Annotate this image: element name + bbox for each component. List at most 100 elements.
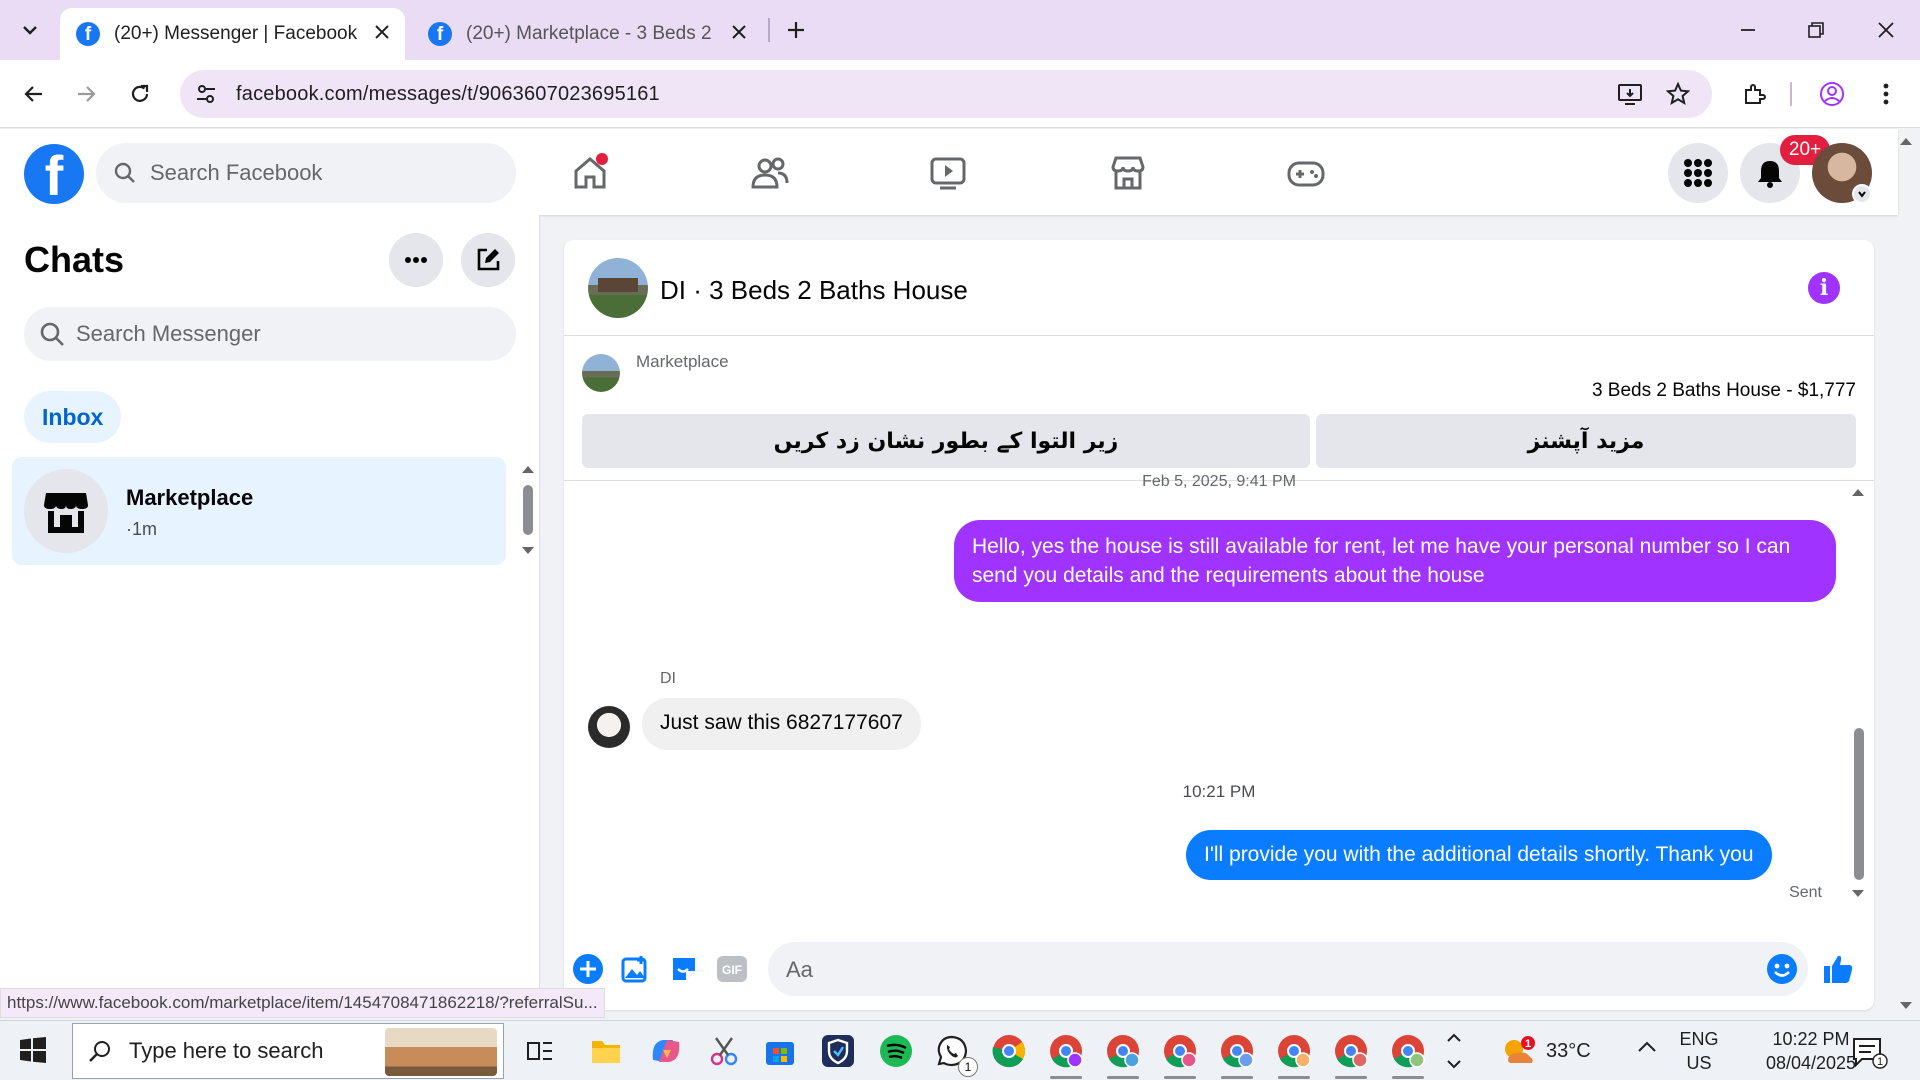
inbox-filter-button[interactable]: Inbox [24, 391, 122, 443]
shield-icon [822, 1035, 854, 1067]
attach-photo-button[interactable] [620, 953, 652, 985]
address-bar[interactable]: facebook.com/messages/t/9063607023695161 [180, 70, 1712, 118]
running-indicator [1164, 1076, 1196, 1079]
scrollbar-thumb[interactable] [523, 485, 533, 535]
chrome-icon [992, 1035, 1026, 1068]
windows-taskbar: Type here to search 1 1 33°C ENG US 10:2… [0, 1020, 1920, 1080]
gif-button[interactable]: GIF [716, 953, 748, 985]
taskbar-search-input[interactable]: Type here to search [72, 1023, 504, 1079]
taskbar-chrome[interactable] [987, 1029, 1031, 1073]
image-icon [621, 956, 647, 983]
site-info-button[interactable] [192, 80, 220, 108]
taskbar-chrome-profile-7[interactable] [1386, 1029, 1430, 1079]
taskbar-store[interactable] [758, 1029, 802, 1073]
list-item[interactable]: Marketplace ·1m [12, 457, 506, 565]
like-button[interactable] [1822, 953, 1854, 985]
taskbar-chrome-profile-3[interactable] [1158, 1029, 1202, 1079]
taskbar-chrome-profile-2[interactable] [1101, 1029, 1145, 1079]
facebook-search-input[interactable]: Search Facebook [96, 143, 516, 203]
restore-button[interactable] [1800, 14, 1832, 46]
chevron-down-icon [1858, 191, 1866, 198]
nav-friends[interactable] [746, 149, 794, 197]
plus-icon [788, 22, 804, 38]
message-bubble-outgoing[interactable]: Hello, yes the house is still available … [954, 520, 1836, 602]
home-icon [574, 153, 608, 189]
message-input[interactable]: Aa [768, 942, 1808, 996]
gif-icon: GIF [717, 956, 747, 982]
new-message-button[interactable] [461, 233, 515, 287]
browser-menu-button[interactable] [1868, 76, 1904, 112]
install-app-button[interactable] [1616, 80, 1644, 108]
taskbar-security-app[interactable] [816, 1029, 860, 1073]
close-icon[interactable] [730, 23, 748, 41]
language-indicator[interactable]: ENG US [1676, 1027, 1722, 1075]
more-actions-button[interactable] [572, 953, 604, 985]
new-tab-button[interactable] [780, 14, 812, 46]
listing-title[interactable]: 3 Beds 2 Baths House - $1,777 [1592, 380, 1856, 402]
emoji-icon[interactable] [1766, 953, 1798, 985]
search-icon [114, 162, 135, 183]
avatar[interactable] [588, 706, 630, 748]
tab-marketplace[interactable]: f (20+) Marketplace - 3 Beds 2 Ba [412, 8, 762, 60]
taskbar-chrome-profile-6[interactable] [1329, 1029, 1373, 1079]
menu-button[interactable] [1668, 143, 1728, 203]
page-scroll-up-arrow[interactable] [1898, 135, 1914, 147]
profile-button[interactable] [1814, 76, 1850, 112]
avatar[interactable] [588, 258, 648, 318]
mark-pending-button[interactable]: زیر التوا کے بطور نشان زد کریں [582, 414, 1310, 468]
taskbar-copilot[interactable] [644, 1029, 688, 1073]
sent-status: Sent [1789, 884, 1822, 901]
sender-name: DI [660, 670, 676, 687]
page-scroll-down-arrow[interactable] [1898, 1000, 1914, 1012]
forward-button[interactable] [68, 76, 104, 112]
nav-marketplace[interactable] [1104, 149, 1152, 197]
nav-video[interactable] [924, 149, 972, 197]
show-hidden-icons-button[interactable] [1636, 1039, 1658, 1055]
info-icon[interactable]: i [1808, 272, 1840, 304]
taskbar-whatsapp[interactable]: 1 [930, 1029, 978, 1077]
search-placeholder: Search Messenger [76, 321, 261, 346]
tab-messenger[interactable]: f (20+) Messenger | Facebook [60, 8, 405, 60]
chrome-profile-icon [1107, 1035, 1140, 1068]
nav-home[interactable] [566, 149, 614, 197]
message-bubble-incoming[interactable]: Just saw this 6827177607 [642, 698, 921, 750]
scroll-down-arrow[interactable] [1850, 888, 1866, 900]
reload-button[interactable] [122, 76, 158, 112]
more-options-button[interactable]: مزید آپشنز [1316, 414, 1856, 468]
tab-search-button[interactable] [10, 10, 50, 50]
messenger-search-input[interactable]: Search Messenger [24, 307, 516, 361]
back-button[interactable] [16, 76, 52, 112]
conversation-title[interactable]: DI · 3 Beds 2 Baths House [660, 275, 968, 306]
extensions-button[interactable] [1736, 76, 1772, 112]
windows-icon [20, 1037, 46, 1063]
message-bubble-outgoing[interactable]: I'll provide you with the additional det… [1186, 830, 1772, 880]
date-separator: Feb 5, 2025, 9:41 PM [1142, 473, 1296, 490]
taskbar-chrome-profile-1[interactable] [1044, 1029, 1088, 1079]
taskbar-chrome-profile-5[interactable] [1272, 1029, 1316, 1079]
nav-gaming[interactable] [1282, 149, 1330, 197]
scroll-up-arrow[interactable] [1850, 486, 1866, 498]
scroll-up-arrow[interactable] [520, 463, 536, 475]
taskbar-snipping-tool[interactable] [702, 1029, 746, 1073]
taskbar-file-explorer[interactable] [584, 1029, 628, 1073]
taskbar-overflow-arrows[interactable] [1444, 1029, 1464, 1073]
listing-thumbnail[interactable] [582, 354, 620, 392]
chat-options-button[interactable] [389, 233, 443, 287]
tab-title: (20+) Messenger | Facebook [114, 23, 358, 44]
account-chevron[interactable] [1852, 184, 1872, 204]
taskbar-spotify[interactable] [874, 1029, 918, 1073]
bookmark-button[interactable] [1664, 80, 1692, 108]
action-center-button[interactable]: 1 [1852, 1037, 1888, 1069]
close-icon[interactable] [373, 23, 391, 41]
close-window-button[interactable] [1870, 14, 1902, 46]
sticker-button[interactable] [668, 953, 700, 985]
running-indicator [1278, 1076, 1310, 1079]
taskbar-chrome-profile-4[interactable] [1215, 1029, 1259, 1079]
scrollbar-thumb[interactable] [1854, 728, 1864, 880]
minimize-button[interactable] [1732, 14, 1764, 46]
task-view-button[interactable] [518, 1029, 562, 1073]
facebook-logo[interactable]: f [24, 144, 84, 204]
start-button[interactable] [20, 1037, 46, 1063]
scroll-down-arrow[interactable] [520, 545, 536, 557]
weather-widget[interactable]: 1 33°C [1500, 1035, 1591, 1067]
